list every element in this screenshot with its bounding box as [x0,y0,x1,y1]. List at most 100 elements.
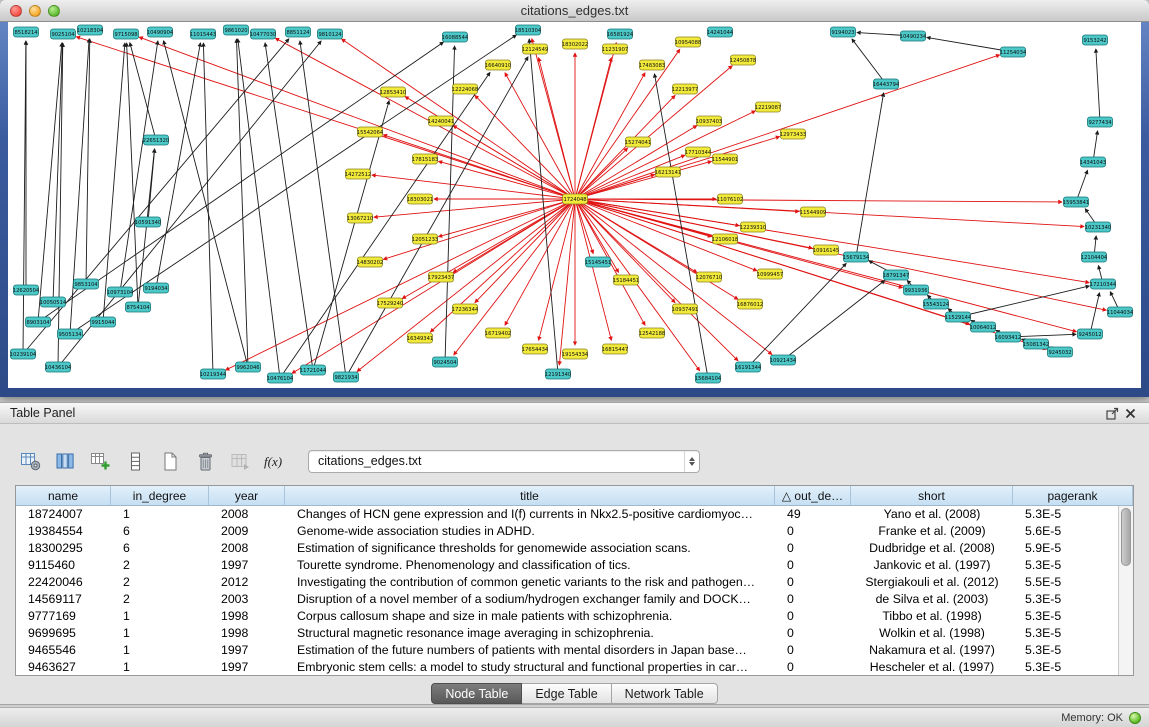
graph-edge[interactable] [575,199,1062,202]
graph-edge[interactable] [130,43,156,140]
table-cell[interactable]: 0 [775,557,851,574]
table-cell[interactable]: Disruption of a novel member of a sodium… [285,591,775,608]
graph-node[interactable]: 9194023 [831,27,856,37]
graph-edge[interactable] [203,43,213,374]
graph-node[interactable]: 9245032 [1048,347,1073,357]
graph-node[interactable]: 9931936 [904,285,929,295]
graph-node[interactable]: 9915044 [91,317,116,327]
table-row[interactable]: 977716911998Corpus callosum shape and si… [16,608,1133,625]
table-row[interactable]: 946554611997Estimation of the future num… [16,642,1133,659]
table-cell[interactable]: 1998 [209,608,285,625]
table-row[interactable]: 1872400712008Changes of HCN gene express… [16,506,1133,523]
table-cell[interactable]: 1997 [209,659,285,676]
table-cell[interactable]: Stergiakouli et al. (2012) [851,574,1013,591]
graph-node[interactable]: 10231340 [1085,222,1111,232]
graph-node[interactable]: 22651320 [143,135,169,145]
table-cell[interactable]: 9699695 [16,625,111,642]
table-cell[interactable]: 5.3E-5 [1013,557,1133,574]
float-panel-button[interactable] [1103,405,1121,421]
table-cell[interactable]: 0 [775,642,851,659]
table-cell[interactable]: 2003 [209,591,285,608]
graph-node[interactable]: 18302022 [562,39,588,49]
column-header-0[interactable]: name [16,486,111,505]
table-row[interactable]: 1830029562008Estimation of significance … [16,540,1133,557]
table-row[interactable]: 946362711997Embryonic stem cells: a mode… [16,659,1133,676]
table-cell[interactable]: Yano et al. (2008) [851,506,1013,523]
graph-node[interactable]: 16815447 [602,344,628,354]
table-cell[interactable]: 9777169 [16,608,111,625]
table-cell[interactable]: 6 [111,540,209,557]
graph-node[interactable]: 11544901 [712,154,738,164]
table-cell[interactable]: Franke et al. (2009) [851,523,1013,540]
graph-node[interactable]: 16213141 [655,167,681,177]
graph-node[interactable]: 9821934 [334,372,359,382]
graph-node[interactable]: 10937403 [696,116,722,126]
graph-edge[interactable] [164,41,248,367]
table-row[interactable]: 1938455462009Genome-wide association stu… [16,523,1133,540]
graph-node[interactable]: 12124549 [522,44,548,54]
graph-node[interactable]: 9853104 [74,279,99,289]
table-cell[interactable]: 2008 [209,506,285,523]
new-document-button[interactable] [156,448,184,474]
tab-node-table[interactable]: Node Table [431,683,522,704]
graph-node[interactable]: 10490234 [900,31,927,41]
graph-node[interactable]: 11254034 [1000,47,1027,57]
graph-node[interactable]: 18510304 [515,25,542,35]
table-row[interactable]: 2242004622012Investigating the contribut… [16,574,1133,591]
graph-node[interactable]: 17654434 [522,344,549,354]
graph-edge[interactable] [532,39,575,199]
function-builder-button[interactable]: f(x) [261,448,289,474]
graph-edge[interactable] [575,161,711,199]
graph-node[interactable]: 12213977 [672,84,698,94]
graph-edge[interactable] [575,199,738,299]
table-cell[interactable]: Hescheler et al. (1997) [851,659,1013,676]
table-cell[interactable]: Embryonic stem cells: a model to study s… [285,659,775,676]
graph-edge[interactable] [958,286,1089,317]
graph-node[interactable]: 16719402 [485,328,511,338]
graph-edge[interactable] [280,72,490,378]
table-cell[interactable]: 0 [775,574,851,591]
graph-node[interactable]: 9810124 [318,29,343,39]
table-cell[interactable]: 0 [775,540,851,557]
graph-node[interactable]: 8754104 [126,302,151,312]
graph-node[interactable]: 9861020 [224,25,249,35]
graph-edge[interactable] [439,161,575,199]
graph-edge[interactable] [127,43,138,307]
graph-edge[interactable] [575,73,645,199]
table-cell[interactable]: Tibbo et al. (1998) [851,608,1013,625]
graph-edge[interactable] [575,43,616,199]
table-cell[interactable]: 49 [775,506,851,523]
table-cell[interactable]: 5.3E-5 [1013,506,1133,523]
table-cell[interactable]: Structural magnetic resonance image aver… [285,625,775,642]
graph-node[interactable]: 10050514 [40,297,67,307]
table-cell[interactable]: 2 [111,591,209,608]
graph-node[interactable]: 10239104 [10,349,37,359]
graph-edge[interactable] [1090,293,1099,334]
graph-node[interactable]: 10916145 [813,245,839,255]
column-header-3[interactable]: title [285,486,775,505]
table-cell[interactable]: 18300295 [16,540,111,557]
graph-node[interactable]: 19154334 [562,349,589,359]
graph-node[interactable]: 15145451 [585,257,611,267]
table-cell[interactable]: 0 [775,523,851,540]
graph-node[interactable]: 12076710 [696,272,722,282]
graph-node[interactable]: 8903104 [26,317,51,327]
table-cell[interactable]: Changes of HCN gene expression and I(f) … [285,506,775,523]
import-table-button[interactable] [226,448,254,474]
table-cell[interactable]: 18724007 [16,506,111,523]
graph-edge[interactable] [575,66,732,199]
graph-edge[interactable] [265,43,313,370]
table-cell[interactable]: 9463627 [16,659,111,676]
table-cell[interactable]: 1 [111,642,209,659]
graph-node[interactable]: 15679134 [843,252,870,262]
graph-edge[interactable] [238,39,280,378]
table-cell[interactable]: 1997 [209,557,285,574]
graph-node[interactable]: 9962046 [236,362,261,372]
graph-edge[interactable] [575,199,1084,227]
table-row[interactable]: 1456911722003Disruption of a novel membe… [16,591,1133,608]
table-cell[interactable]: 5.3E-5 [1013,642,1133,659]
graph-node[interactable]: 8851124 [286,27,311,37]
graph-edge[interactable] [575,55,1000,199]
graph-node[interactable]: 11529144 [945,312,972,322]
graph-node[interactable]: 14240041 [428,116,454,126]
